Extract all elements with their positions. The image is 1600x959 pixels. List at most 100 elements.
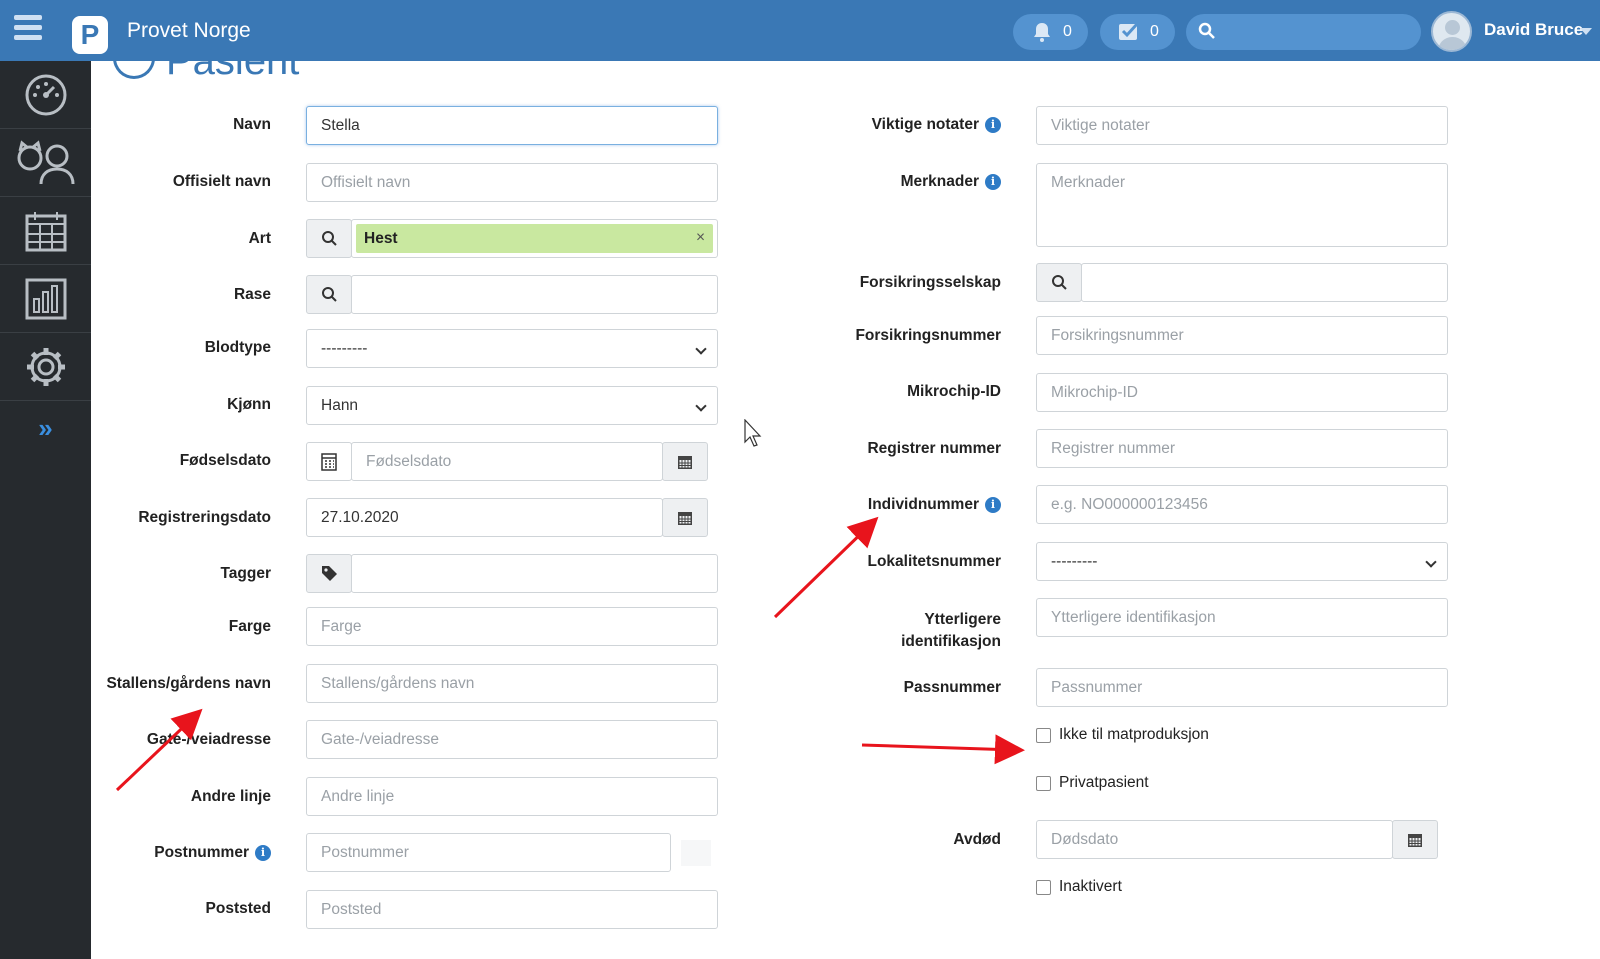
info-icon[interactable]: i — [985, 117, 1001, 133]
calendar-icon — [678, 455, 692, 469]
offisielt-navn-input[interactable]: Offisielt navn — [306, 163, 718, 202]
postnummer-lookup-button[interactable] — [681, 840, 711, 866]
user-avatar[interactable] — [1431, 11, 1472, 52]
user-menu-caret-icon[interactable] — [1580, 28, 1592, 35]
blodtype-label: Blodtype — [204, 339, 271, 356]
merknader-label-text: Merknader — [900, 173, 979, 190]
stallens-label: Stallens/gårdens navn — [106, 675, 271, 692]
mouse-cursor-icon — [744, 419, 762, 447]
ytterligere-label-line1: Ytterligere — [924, 611, 1001, 628]
patients-icon — [17, 139, 74, 184]
viktige-notater-input[interactable]: Viktige notater — [1036, 106, 1448, 145]
lokalitetsnummer-select[interactable]: --------- — [1036, 542, 1448, 581]
inaktivert-checkbox[interactable] — [1036, 880, 1051, 895]
info-icon[interactable]: i — [985, 174, 1001, 190]
search-icon — [321, 287, 337, 302]
sidebar-item-settings[interactable] — [0, 333, 91, 401]
registreringsdato-input[interactable]: 27.10.2020 — [306, 498, 663, 537]
rase-input[interactable] — [351, 275, 718, 314]
blodtype-select[interactable]: --------- — [306, 329, 718, 368]
global-search-input[interactable] — [1186, 14, 1421, 50]
lokalitetsnummer-label: Lokalitetsnummer — [867, 553, 1001, 570]
search-icon — [1198, 22, 1216, 45]
fodselsdato-input[interactable]: Fødselsdato — [351, 442, 663, 481]
sidebar-item-dashboard[interactable] — [0, 61, 91, 129]
navn-input[interactable]: Stella — [306, 106, 718, 145]
privatpasient-checkbox[interactable] — [1036, 776, 1051, 791]
stallens-input[interactable]: Stallens/gårdens navn — [306, 664, 718, 703]
dodsdato-input[interactable]: Dødsdato — [1036, 820, 1393, 859]
kjonn-label: Kjønn — [227, 396, 271, 413]
registrer-nummer-input[interactable]: Registrer nummer — [1036, 429, 1448, 468]
notifications-count: 0 — [1063, 23, 1072, 40]
art-select[interactable]: Hest × — [351, 219, 718, 258]
navn-label: Navn — [233, 116, 271, 133]
individnummer-label-text: Individnummer — [867, 496, 979, 513]
inaktivert-label[interactable]: Inaktivert — [1059, 878, 1122, 896]
privatpasient-label[interactable]: Privatpasient — [1059, 774, 1149, 792]
clear-icon[interactable]: × — [696, 229, 705, 247]
info-icon[interactable]: i — [255, 845, 271, 861]
tasks-button[interactable]: 0 — [1100, 14, 1175, 50]
postnummer-label-text: Postnummer — [154, 844, 249, 861]
postnummer-input[interactable]: Postnummer — [306, 833, 671, 872]
gate-input[interactable]: Gate-/veiadresse — [306, 720, 718, 759]
provet-logo[interactable]: P — [72, 16, 108, 54]
mikrochip-input[interactable]: Mikrochip-ID — [1036, 373, 1448, 412]
forsikringsnummer-label: Forsikringsnummer — [855, 327, 1001, 344]
ikke-matproduksjon-label[interactable]: Ikke til matproduksjon — [1059, 726, 1209, 744]
calendar-icon — [25, 211, 66, 251]
tagger-input[interactable] — [351, 554, 718, 593]
rase-label: Rase — [233, 286, 271, 303]
art-label: Art — [248, 230, 271, 247]
menu-icon[interactable] — [14, 15, 42, 45]
dodsdato-calendar-button[interactable] — [1392, 820, 1438, 859]
individnummer-input[interactable]: e.g. NO000000123456 — [1036, 485, 1448, 524]
farge-input[interactable]: Farge — [306, 607, 718, 646]
passnummer-input[interactable]: Passnummer — [1036, 668, 1448, 707]
fodselsdato-label: Fødselsdato — [179, 452, 271, 469]
viktige-notater-label-text: Viktige notater — [871, 116, 979, 133]
forsikringsselskap-input[interactable] — [1081, 263, 1448, 302]
viktige-notater-label: Viktige notater i — [791, 116, 1001, 134]
checkbox-icon — [1118, 21, 1142, 48]
tasks-count: 0 — [1150, 23, 1159, 40]
tag-icon — [321, 566, 337, 581]
rase-search-button[interactable] — [306, 275, 352, 314]
sidebar-item-patients[interactable] — [0, 129, 91, 197]
gate-label: Gate-/veiadresse — [146, 731, 271, 748]
bell-icon — [1031, 21, 1053, 48]
merknader-textarea[interactable]: Merknader — [1036, 163, 1448, 247]
art-search-button[interactable] — [306, 219, 352, 258]
tag-addon — [306, 554, 352, 593]
lokalitetsnummer-value: --------- — [1051, 553, 1098, 570]
forsikringsselskap-search-button[interactable] — [1036, 263, 1082, 302]
dashboard-icon — [25, 74, 66, 115]
page-title: Pasient — [166, 61, 300, 83]
sidebar-item-reports[interactable] — [0, 265, 91, 333]
ikke-matproduksjon-checkbox[interactable] — [1036, 728, 1051, 743]
blodtype-value: --------- — [321, 340, 368, 357]
fodselsdato-calc-button[interactable] — [306, 442, 352, 481]
notifications-button[interactable]: 0 — [1013, 14, 1088, 50]
ytterligere-input[interactable]: Ytterligere identifikasjon — [1036, 598, 1448, 637]
username[interactable]: David Bruce — [1484, 20, 1583, 40]
tagger-label: Tagger — [220, 565, 271, 582]
andre-linje-label: Andre linje — [190, 788, 271, 805]
kjonn-select[interactable]: Hann — [306, 386, 718, 425]
sidebar-item-calendar[interactable] — [0, 197, 91, 265]
fodselsdato-calendar-button[interactable] — [662, 442, 708, 481]
andre-linje-input[interactable]: Andre linje — [306, 777, 718, 816]
merknader-label: Merknader i — [791, 173, 1001, 191]
brand-name: Provet Norge — [127, 19, 251, 42]
forsikringsselskap-label: Forsikringsselskap — [859, 274, 1001, 291]
poststed-input[interactable]: Poststed — [306, 890, 718, 929]
settings-icon — [26, 347, 65, 386]
chevron-down-icon — [695, 400, 707, 412]
forsikringsnummer-input[interactable]: Forsikringsnummer — [1036, 316, 1448, 355]
registreringsdato-calendar-button[interactable] — [662, 498, 708, 537]
registreringsdato-label: Registreringsdato — [138, 509, 271, 526]
info-icon[interactable]: i — [985, 497, 1001, 513]
search-icon — [1051, 275, 1067, 290]
expand-sidebar-icon[interactable]: » — [0, 413, 91, 444]
